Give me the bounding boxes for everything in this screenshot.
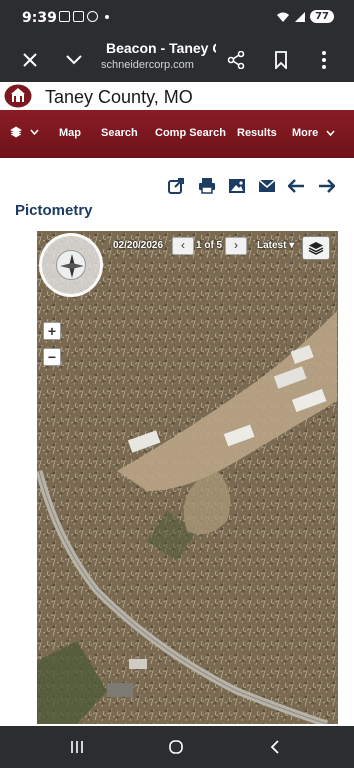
caret-down-icon: ▾: [289, 240, 295, 251]
image-pager: 1 of 5: [196, 240, 223, 251]
county-seal-logo: [4, 84, 32, 108]
compass-icon[interactable]: [56, 250, 86, 280]
notification-icon: [73, 11, 84, 22]
notification-icon: [87, 11, 98, 22]
status-bar: 9:39 77: [0, 0, 354, 38]
nav-results[interactable]: Results: [237, 127, 277, 139]
image-icon[interactable]: [227, 176, 246, 195]
share-icon[interactable]: [222, 46, 250, 74]
chevron-down-icon: [30, 129, 39, 135]
share-icon[interactable]: [167, 176, 186, 195]
layers-icon: [10, 126, 22, 138]
chevron-down-icon: [326, 130, 335, 137]
aerial-image[interactable]: [37, 231, 338, 724]
notification-icon: [59, 11, 70, 22]
system-nav-bar: [0, 726, 354, 768]
battery-indicator: 77: [310, 10, 334, 23]
zoom-in-button[interactable]: +: [43, 322, 61, 340]
compass-control[interactable]: [39, 233, 103, 297]
print-icon[interactable]: [197, 176, 216, 195]
view-select-label: Latest: [257, 240, 287, 251]
layers-menu-button[interactable]: [10, 126, 39, 138]
pictometry-map[interactable]: + − 02/20/2026 ‹ 1 of 5 › Latest ▾: [37, 231, 338, 724]
prev-image-button[interactable]: ‹: [172, 237, 194, 255]
more-notifications-icon: [105, 14, 109, 19]
nav-search[interactable]: Search: [101, 127, 138, 139]
page-url[interactable]: schneidercorp.com: [101, 59, 194, 71]
arrow-left-icon[interactable]: [287, 176, 306, 195]
map-layers-button[interactable]: [302, 236, 330, 260]
notification-icons: [59, 11, 109, 22]
system-icons: 77: [276, 10, 334, 23]
arrow-right-icon[interactable]: [317, 176, 336, 195]
home-icon[interactable]: [165, 737, 187, 757]
signal-icon: [295, 11, 306, 22]
browser-toolbar: Beacon - Taney County, MO schneidercorp.…: [0, 38, 354, 82]
main-nav: Map Search Comp Search Results More: [0, 110, 354, 158]
more-vert-icon[interactable]: [310, 46, 338, 74]
view-select[interactable]: Latest ▾: [257, 240, 294, 251]
section-title: Pictometry: [15, 202, 93, 219]
close-icon[interactable]: [16, 46, 44, 74]
image-date: 02/20/2026: [113, 240, 164, 251]
status-time: 9:39: [22, 10, 57, 26]
recent-apps-icon[interactable]: [66, 737, 88, 757]
email-icon[interactable]: [257, 176, 276, 195]
nav-more-label: More: [292, 127, 319, 139]
county-name: Taney County, MO: [45, 87, 193, 107]
site-header: Taney County, MO: [0, 82, 354, 110]
nav-more[interactable]: More: [292, 127, 335, 139]
wifi-icon: [277, 12, 290, 22]
next-image-button[interactable]: ›: [225, 237, 247, 255]
chevron-down-icon[interactable]: [60, 46, 88, 74]
report-toolbar: [167, 176, 336, 195]
page-title: Beacon - Taney County, MO: [106, 40, 216, 56]
bookmark-icon[interactable]: [267, 46, 295, 74]
back-icon[interactable]: [264, 737, 286, 757]
nav-map[interactable]: Map: [59, 127, 81, 139]
zoom-out-button[interactable]: −: [43, 348, 61, 366]
nav-comp-search[interactable]: Comp Search: [155, 127, 226, 139]
layers-icon: [308, 242, 324, 255]
